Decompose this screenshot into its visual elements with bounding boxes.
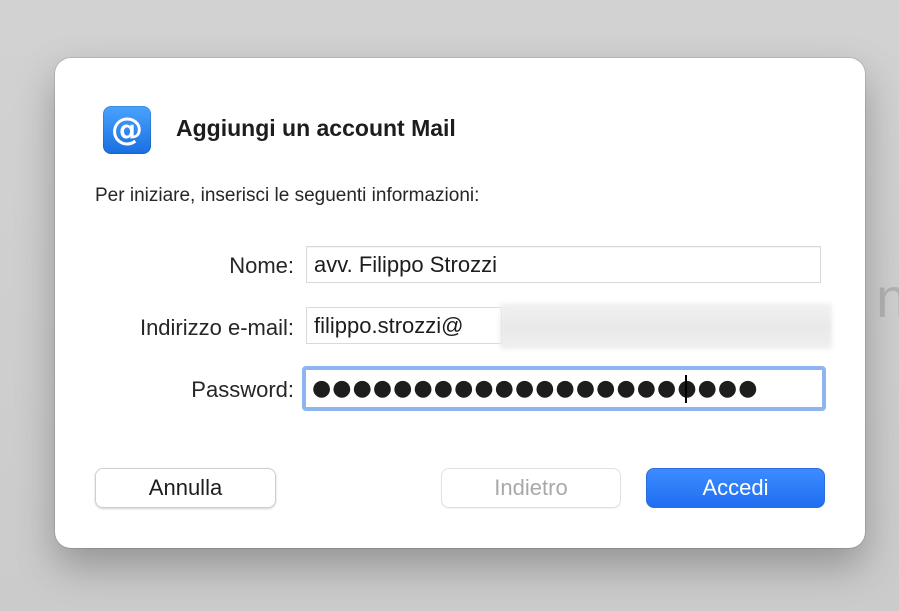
name-field[interactable]: avv. Filippo Strozzi — [306, 246, 821, 283]
email-domain-blurred — [500, 303, 832, 349]
at-sign-glyph: @ — [111, 109, 143, 148]
email-field[interactable]: filippo.strozzi@ — [306, 307, 502, 344]
sign-in-button[interactable]: Accedi — [646, 468, 825, 508]
email-field-row[interactable]: filippo.strozzi@ — [306, 303, 832, 349]
password-field[interactable]: ●●●●●●●●●●●●●●●●●●●●●● — [302, 366, 826, 411]
add-mail-account-dialog: @ Aggiungi un account Mail Per iniziare,… — [55, 58, 865, 548]
password-masked-value: ●●●●●●●●●●●●●●●●●●●●●● — [312, 376, 759, 401]
background-text-fragment: n — [876, 266, 899, 329]
dialog-title: Aggiungi un account Mail — [176, 115, 456, 141]
at-sign-mail-icon: @ — [103, 106, 151, 154]
name-label: Nome: — [229, 253, 294, 278]
cancel-button[interactable]: Annulla — [95, 468, 276, 508]
text-caret — [685, 375, 687, 403]
back-button[interactable]: Indietro — [441, 468, 621, 508]
dialog-intro-text: Per iniziare, inserisci le seguenti info… — [95, 185, 480, 206]
email-label: Indirizzo e-mail: — [139, 315, 294, 340]
password-label: Password: — [191, 377, 294, 402]
